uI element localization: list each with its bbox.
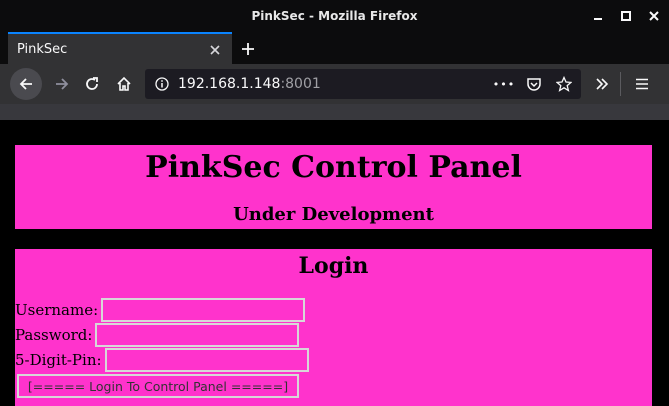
- url-bar[interactable]: 192.168.1.148:8001 •••: [145, 69, 581, 99]
- arrow-left-icon: [19, 78, 32, 90]
- login-button[interactable]: [===== Login To Control Panel =====]: [17, 374, 299, 398]
- page-actions-icon[interactable]: •••: [492, 75, 516, 93]
- plus-icon: [242, 43, 254, 55]
- url-text[interactable]: 192.168.1.148:8001: [178, 76, 321, 92]
- tab-pinksec[interactable]: PinkSec: [8, 32, 232, 64]
- arrow-right-icon: [56, 78, 69, 90]
- menu-button[interactable]: [626, 68, 658, 100]
- page-actions-dots: •••: [492, 77, 516, 91]
- navigation-toolbar: 192.168.1.148:8001 •••: [0, 64, 669, 104]
- back-button[interactable]: [10, 68, 42, 100]
- maximize-icon[interactable]: [619, 9, 633, 23]
- password-row: Password:: [15, 323, 300, 347]
- login-heading: Login: [298, 253, 369, 279]
- page-subtitle: Under Development: [233, 204, 434, 225]
- reload-button[interactable]: [76, 68, 108, 100]
- window-titlebar: PinkSec - Mozilla Firefox: [0, 0, 669, 32]
- pin-label: 5-Digit-Pin:: [15, 351, 102, 369]
- tab-strip: PinkSec: [0, 32, 669, 64]
- pin-input[interactable]: [104, 348, 309, 372]
- pocket-icon[interactable]: [525, 75, 543, 93]
- hamburger-icon: [636, 78, 648, 90]
- toolbar-divider: [620, 72, 621, 96]
- double-chevron-icon: [596, 78, 609, 90]
- page-title: PinkSec Control Panel: [145, 150, 522, 185]
- close-window-icon[interactable]: [647, 9, 661, 23]
- url-actions: •••: [492, 69, 573, 99]
- home-icon: [117, 76, 131, 91]
- minimize-icon[interactable]: [591, 9, 605, 23]
- password-input[interactable]: [95, 323, 300, 347]
- info-icon[interactable]: [155, 77, 169, 91]
- close-tab-icon[interactable]: [208, 42, 222, 56]
- page-content: PinkSec Control Panel Under Development …: [7, 120, 662, 406]
- pin-row: 5-Digit-Pin:: [15, 348, 309, 372]
- password-label: Password:: [15, 326, 93, 344]
- login-panel: Login Username: Password: 5-Digit-Pin: […: [15, 249, 652, 406]
- url-port: :8001: [280, 76, 321, 92]
- window-controls: [591, 0, 661, 32]
- username-label: Username:: [15, 301, 99, 319]
- home-button[interactable]: [108, 68, 140, 100]
- header-panel: PinkSec Control Panel Under Development: [15, 145, 652, 229]
- overflow-chevron-button[interactable]: [586, 68, 618, 100]
- tab-label: PinkSec: [17, 41, 68, 57]
- window-title: PinkSec - Mozilla Firefox: [251, 9, 418, 23]
- username-input[interactable]: [101, 298, 306, 322]
- bookmark-star-icon[interactable]: [555, 75, 573, 93]
- forward-button[interactable]: [46, 68, 78, 100]
- toolbar-bottom-strip: [0, 104, 669, 120]
- reload-icon: [86, 77, 98, 90]
- username-row: Username:: [15, 298, 306, 322]
- url-host: 192.168.1.148: [178, 76, 281, 92]
- new-tab-button[interactable]: [237, 38, 259, 60]
